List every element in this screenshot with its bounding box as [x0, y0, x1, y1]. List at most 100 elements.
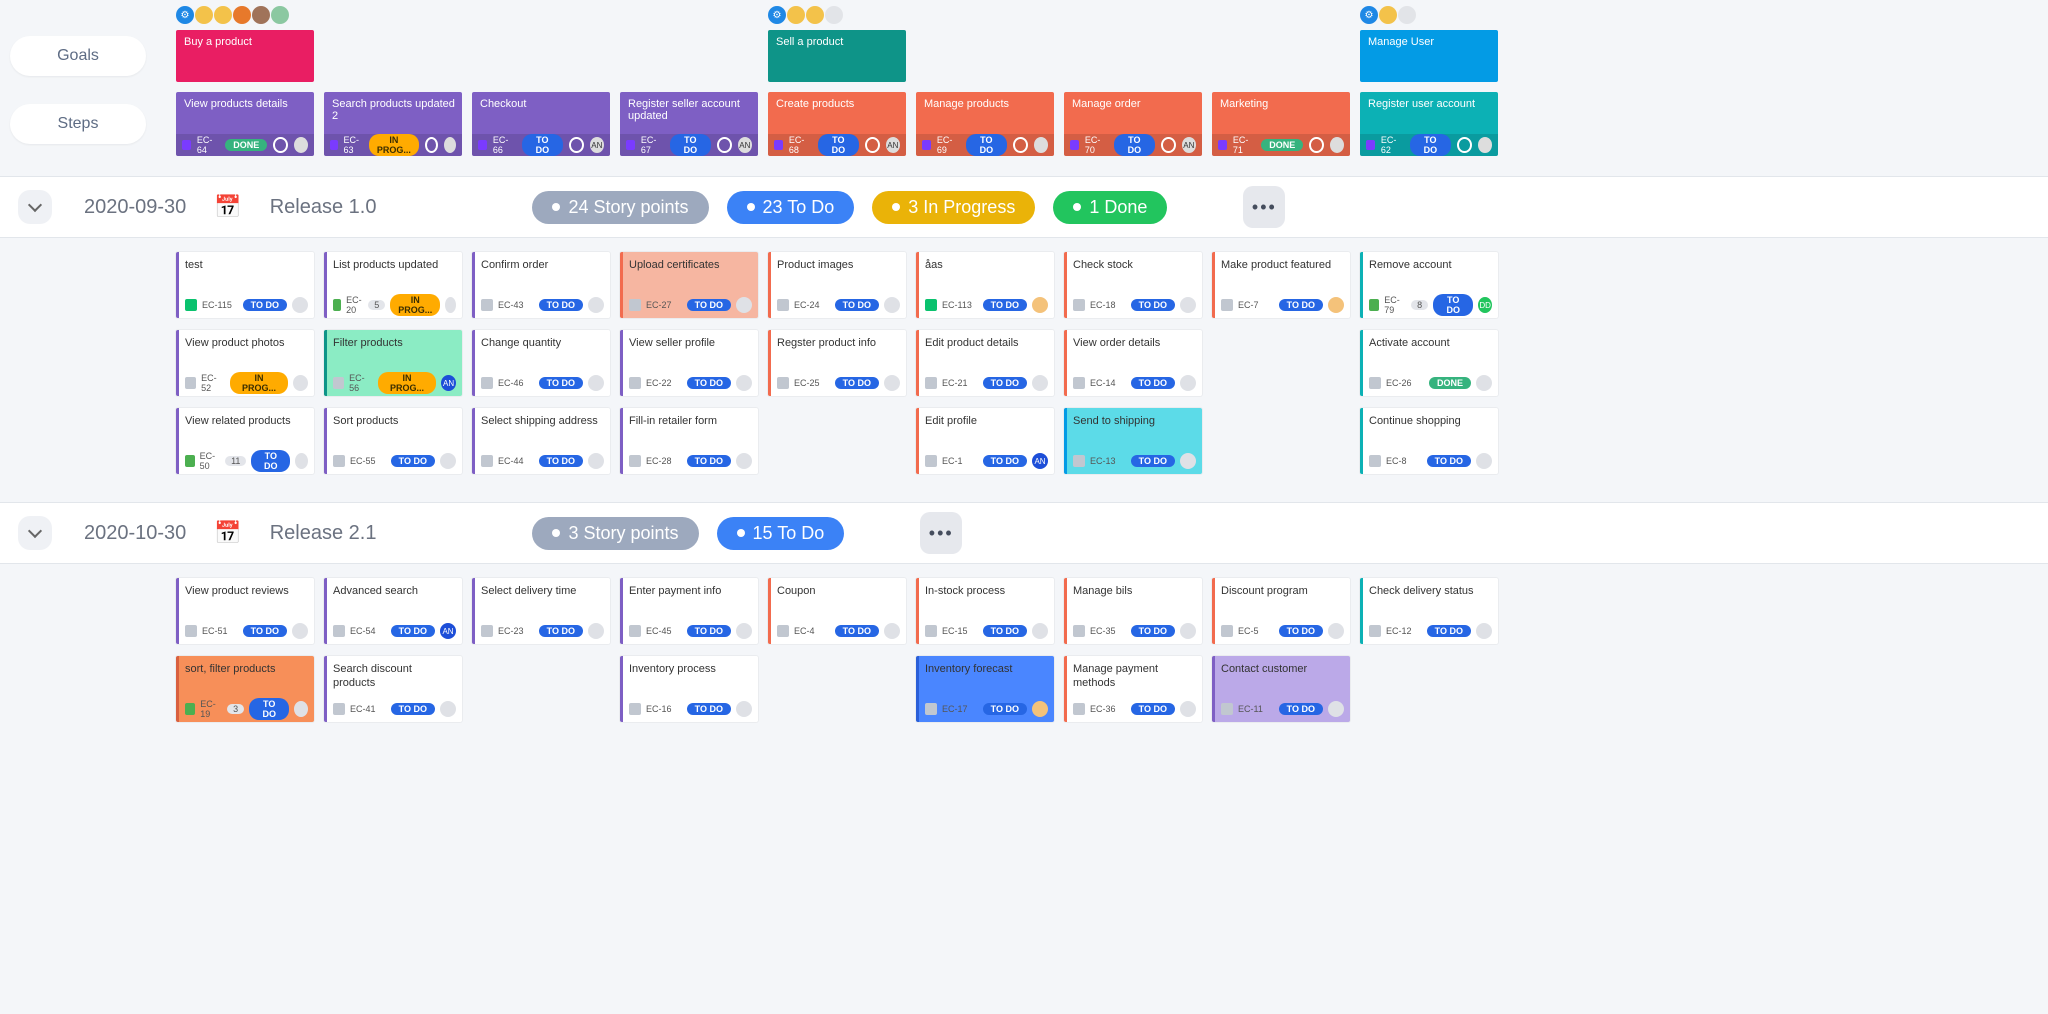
release-toggle[interactable]	[18, 190, 52, 224]
story-card[interactable]: Sort productsEC-55TO DO	[324, 408, 462, 474]
release-more-button[interactable]: •••	[920, 512, 962, 554]
story-card[interactable]: Upload certificatesEC-27TO DO	[620, 252, 758, 318]
story-card[interactable]: Filter productsEC-56IN PROG...AN	[324, 330, 462, 396]
story-card[interactable]: List products updatedEC-205IN PROG...	[324, 252, 462, 318]
step-title: Marketing	[1220, 98, 1350, 110]
story-card[interactable]: CouponEC-4TO DO	[768, 578, 906, 644]
release-toggle[interactable]	[18, 516, 52, 550]
story-card[interactable]: Fill-in retailer formEC-28TO DO	[620, 408, 758, 474]
story-footer: EC-14TO DO	[1073, 374, 1196, 392]
issue-id: EC-14	[1090, 378, 1116, 388]
step-card[interactable]: Manage productsEC-69TO DO	[916, 92, 1054, 156]
epic-icon	[330, 140, 338, 150]
status-badge: TO DO	[1279, 299, 1323, 311]
assignee-avatar	[293, 375, 308, 391]
step-card[interactable]: MarketingEC-71DONE	[1212, 92, 1350, 156]
calendar-icon[interactable]: 📅	[214, 194, 241, 220]
release-date[interactable]: 2020-09-30	[70, 188, 200, 227]
epic-icon	[922, 140, 931, 150]
story-card[interactable]: Continue shoppingEC-8TO DO	[1360, 408, 1498, 474]
story-card[interactable]: Advanced searchEC-54TO DOAN	[324, 578, 462, 644]
story-card[interactable]: View product photosEC-52IN PROG...	[176, 330, 314, 396]
step-card[interactable]: View products detailsEC-64DONE	[176, 92, 314, 156]
step-card[interactable]: Register seller account updatedEC-67TO D…	[620, 92, 758, 156]
story-card[interactable]: Remove accountEC-798TO DODD	[1360, 252, 1498, 318]
assignee-avatar	[736, 623, 752, 639]
story-card[interactable]: Select delivery timeEC-23TO DO	[472, 578, 610, 644]
story-card[interactable]: testEC-115TO DO	[176, 252, 314, 318]
story-card[interactable]: Check stockEC-18TO DO	[1064, 252, 1202, 318]
story-title: Contact customer	[1221, 662, 1344, 676]
dot-icon	[737, 529, 745, 537]
story-card[interactable]: Change quantityEC-46TO DO	[472, 330, 610, 396]
avatar-cell	[1064, 6, 1202, 26]
story-card[interactable]: Select shipping addressEC-44TO DO	[472, 408, 610, 474]
calendar-icon[interactable]: 📅	[214, 520, 241, 546]
story-card[interactable]: Contact customerEC-11TO DO	[1212, 656, 1350, 722]
release-stat-pill: 15 To Do	[717, 517, 845, 550]
step-card[interactable]: Create productsEC-68TO DOAN	[768, 92, 906, 156]
avatar	[787, 6, 805, 24]
issue-id: EC-11	[1238, 704, 1263, 714]
dot-icon	[552, 203, 560, 211]
story-card[interactable]: View order detailsEC-14TO DO	[1064, 330, 1202, 396]
story-card[interactable]: View product reviewsEC-51TO DO	[176, 578, 314, 644]
story-card[interactable]: In-stock processEC-15TO DO	[916, 578, 1054, 644]
story-card[interactable]: View seller profile EC-22TO DO	[620, 330, 758, 396]
avatar	[195, 6, 213, 24]
story-footer: EC-54TO DOAN	[333, 622, 456, 640]
story-card[interactable]: Product imagesEC-24TO DO	[768, 252, 906, 318]
story-card[interactable]: åasEC-113TO DO	[916, 252, 1054, 318]
goal-card[interactable]: Manage User	[1360, 30, 1498, 82]
story-card[interactable]: Confirm orderEC-43TO DO	[472, 252, 610, 318]
story-card[interactable]: Edit profileEC-1TO DOAN	[916, 408, 1054, 474]
release-date[interactable]: 2020-10-30	[70, 514, 200, 553]
story-card[interactable]: sort, filter productsEC-193TO DO	[176, 656, 314, 722]
story-card[interactable]: Discount programEC-5TO DO	[1212, 578, 1350, 644]
issue-id: EC-54	[350, 626, 376, 636]
assignee-avatar	[294, 701, 308, 717]
step-card[interactable]: Manage orderEC-70TO DOAN	[1064, 92, 1202, 156]
release-name: Release 2.1	[270, 522, 377, 545]
step-card[interactable]: Search products updated 2EC-63IN PROG...	[324, 92, 462, 156]
goal-card[interactable]: Sell a product	[768, 30, 906, 82]
story-card[interactable]: Activate accountEC-26DONE	[1360, 330, 1498, 396]
step-title: Manage order	[1072, 98, 1202, 110]
settings-icon[interactable]: ⚙	[176, 6, 194, 24]
story-card[interactable]: View related productsEC-5011TO DO	[176, 408, 314, 474]
goal-card[interactable]: Buy a product	[176, 30, 314, 82]
steps-label: Steps	[10, 104, 146, 144]
avatar	[271, 6, 289, 24]
story-card[interactable]: Search discount productsEC-41TO DO	[324, 656, 462, 722]
status-badge: TO DO	[243, 625, 287, 637]
issue-type-icon	[1073, 625, 1085, 637]
story-card[interactable]: Manage payment methodsEC-36TO DO	[1064, 656, 1202, 722]
story-title: View seller profile	[629, 336, 752, 350]
issue-type-icon	[777, 299, 789, 311]
settings-icon[interactable]: ⚙	[768, 6, 786, 24]
issue-type-icon	[481, 455, 493, 467]
dot-icon	[747, 203, 755, 211]
story-card[interactable]: Regster product infoEC-25TO DO	[768, 330, 906, 396]
status-badge: TO DO	[1410, 134, 1451, 156]
release-more-button[interactable]: •••	[1243, 186, 1285, 228]
story-card[interactable]: Inventory forecastEC-17TO DO	[916, 656, 1054, 722]
story-card[interactable]: Edit product detailsEC-21TO DO	[916, 330, 1054, 396]
story-card[interactable]: Make product featuredEC-7TO DO	[1212, 252, 1350, 318]
story-card[interactable]: Enter payment infoEC-45TO DO	[620, 578, 758, 644]
story-card[interactable]: Inventory processEC-16TO DO	[620, 656, 758, 722]
pill-label: 3 Story points	[568, 523, 678, 544]
issue-type-icon	[333, 299, 341, 311]
issue-type-icon	[1369, 625, 1381, 637]
step-card[interactable]: Register user accountEC-62TO DO	[1360, 92, 1498, 156]
settings-icon[interactable]: ⚙	[1360, 6, 1378, 24]
status-badge: TO DO	[391, 703, 435, 715]
story-footer: EC-28TO DO	[629, 452, 752, 470]
progress-ring-icon	[425, 137, 438, 153]
story-card[interactable]: Send to shippingEC-13TO DO	[1064, 408, 1202, 474]
step-card[interactable]: CheckoutEC-66TO DOAN	[472, 92, 610, 156]
story-card[interactable]: Manage bilsEC-35TO DO	[1064, 578, 1202, 644]
issue-id: EC-44	[498, 456, 524, 466]
story-card[interactable]: Check delivery statusEC-12TO DO	[1360, 578, 1498, 644]
story-footer: EC-22TO DO	[629, 374, 752, 392]
